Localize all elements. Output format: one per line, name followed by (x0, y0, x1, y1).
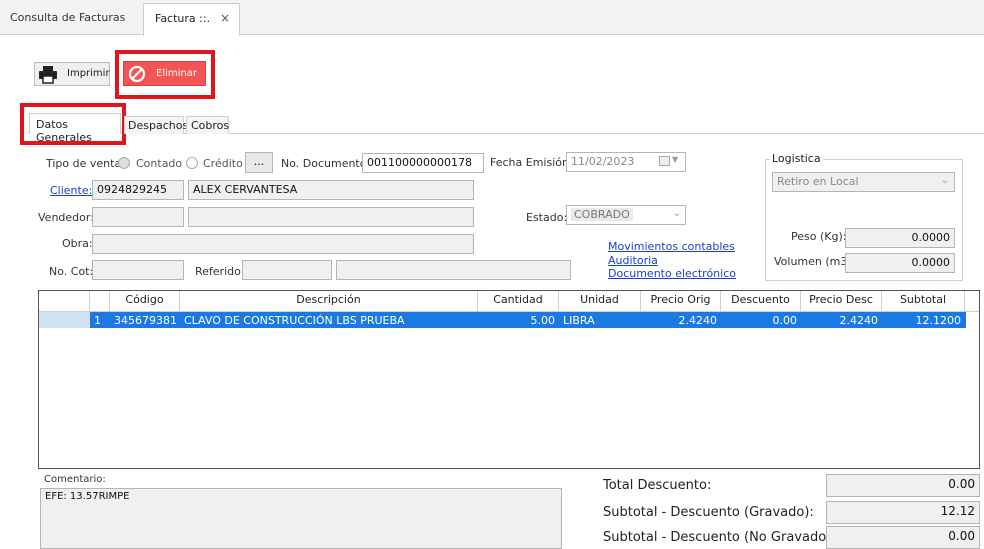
tab-cobros-label: Cobros (191, 119, 230, 132)
total-descuento-label: Total Descuento: (603, 478, 712, 493)
tab-despachos[interactable]: Despachos (124, 116, 188, 134)
obra-label: Obra: (62, 237, 93, 250)
grid-header-subtotal[interactable]: Subtotal (882, 291, 965, 311)
peso-field[interactable]: 0.0000 (845, 228, 955, 248)
close-icon[interactable]: × (220, 11, 230, 25)
tab-factura[interactable]: Factura ::. × (143, 3, 240, 36)
peso-label: Peso (Kg): (791, 230, 847, 243)
volumen-label: Volumen (m3): (774, 255, 856, 268)
cell-precio-desc: 2.4240 (839, 314, 879, 327)
grid-header-codigo[interactable]: Código (110, 291, 180, 311)
cell-descuento: 0.00 (772, 314, 798, 327)
cell-num: 1 (94, 314, 101, 327)
cell-cantidad: 5.00 (530, 314, 556, 327)
grid-header-descripcion[interactable]: Descripción (180, 291, 478, 311)
auditoria-link[interactable]: Auditoria (608, 254, 658, 267)
subtotal-no-gravado-label: Subtotal - Descuento (No Gravado): (603, 530, 836, 545)
grid-header-rowsel (39, 291, 90, 311)
comentario-label: Comentario: (44, 474, 106, 485)
estado-select[interactable]: COBRADO ⌄ (566, 205, 686, 225)
cliente-id-field[interactable]: 0924829245 (92, 180, 184, 200)
no-cot-field[interactable] (92, 260, 184, 280)
delete-button-label: Eliminar (156, 68, 197, 79)
subtotal-gravado-field: 12.12 (826, 501, 980, 524)
no-cot-label: No. Cot: (49, 265, 94, 278)
grid-header-precio-orig[interactable]: Precio Orig (641, 291, 721, 311)
print-button-label: Imprimir (67, 68, 110, 79)
tab-datos-generales-label: Datos Generales (36, 118, 92, 144)
logistica-title: Logistica (770, 152, 823, 165)
documento-electronico-link[interactable]: Documento electrónico (608, 267, 736, 280)
tab-despachos-label: Despachos (128, 119, 189, 132)
vendedor-label: Vendedor: (38, 211, 94, 224)
cell-subtotal: 12.1200 (915, 314, 962, 327)
tipo-venta-label: Tipo de venta: (46, 157, 125, 170)
logistica-option: Retiro en Local (777, 175, 859, 188)
cell-descripcion: CLAVO DE CONSTRUCCIÓN LBS PRUEBA (184, 314, 405, 327)
contado-label: Contado (136, 157, 183, 170)
credito-radio[interactable] (186, 157, 198, 169)
tab-cobros[interactable]: Cobros (186, 116, 229, 134)
grid-header-unidad[interactable]: Unidad (559, 291, 641, 311)
prohibited-icon (128, 65, 146, 83)
delete-button[interactable]: Eliminar (123, 61, 206, 86)
cell-codigo: 345679381 (114, 314, 177, 327)
estado-label: Estado: (526, 211, 568, 224)
movimientos-contables-link[interactable]: Movimientos contables (608, 240, 735, 253)
estado-value: COBRADO (571, 208, 633, 221)
cliente-nombre-field[interactable]: ALEX CERVANTESA (188, 180, 474, 200)
cliente-link[interactable]: Cliente: (50, 184, 92, 197)
credito-label: Crédito (203, 157, 243, 170)
items-grid: Código Descripción Cantidad Unidad Preci… (38, 290, 980, 469)
printer-icon (39, 66, 57, 84)
no-documento-label: No. Documento: (281, 157, 371, 170)
row-selector[interactable] (39, 312, 90, 328)
grid-header-num (90, 291, 110, 311)
grid-header-descuento[interactable]: Descuento (721, 291, 801, 311)
tab-consulta-facturas[interactable]: Consulta de Facturas (10, 11, 125, 24)
tab-datos-generales[interactable]: Datos Generales (29, 113, 121, 144)
contado-radio[interactable] (118, 157, 130, 169)
referido-code-field[interactable] (242, 260, 332, 280)
cell-precio-orig: 2.4240 (678, 314, 718, 327)
total-descuento-field: 0.00 (826, 474, 980, 497)
fecha-emision-value: 11/02/2023 (571, 155, 635, 168)
subtotal-no-gravado-field: 0.00 (826, 526, 980, 549)
ellipsis-button[interactable]: ... (245, 152, 273, 173)
grid-header-precio-desc[interactable]: Precio Desc (801, 291, 882, 311)
comentario-field[interactable]: EFE: 13.57RIMPE (40, 488, 562, 549)
calendar-icon[interactable] (659, 156, 670, 166)
chevron-down-icon[interactable]: ▼ (672, 155, 678, 164)
chevron-down-icon: ⌄ (672, 208, 681, 219)
grid-header-cantidad[interactable]: Cantidad (478, 291, 559, 311)
referido-label: Referido: (195, 265, 245, 278)
vendedor-code-field[interactable] (92, 207, 184, 227)
vendedor-name-field[interactable] (188, 207, 474, 227)
tab-factura-label: Factura ::. (155, 12, 211, 25)
logistica-select[interactable]: Retiro en Local ⌄ (772, 172, 955, 192)
volumen-field[interactable]: 0.0000 (845, 253, 955, 273)
grid-header: Código Descripción Cantidad Unidad Preci… (39, 291, 979, 312)
no-documento-field[interactable]: 001100000000178 (362, 153, 484, 173)
referido-name-field[interactable] (336, 260, 571, 280)
chevron-down-icon: ⌄ (940, 175, 949, 186)
subtotal-gravado-label: Subtotal - Descuento (Gravado): (603, 505, 814, 520)
table-row[interactable]: 1 345679381 CLAVO DE CONSTRUCCIÓN LBS PR… (39, 312, 966, 328)
print-button[interactable]: Imprimir (34, 62, 110, 86)
obra-field[interactable] (92, 234, 474, 254)
fecha-emision-label: Fecha Emisión: (490, 156, 573, 169)
cell-unidad: LIBRA (563, 314, 595, 327)
